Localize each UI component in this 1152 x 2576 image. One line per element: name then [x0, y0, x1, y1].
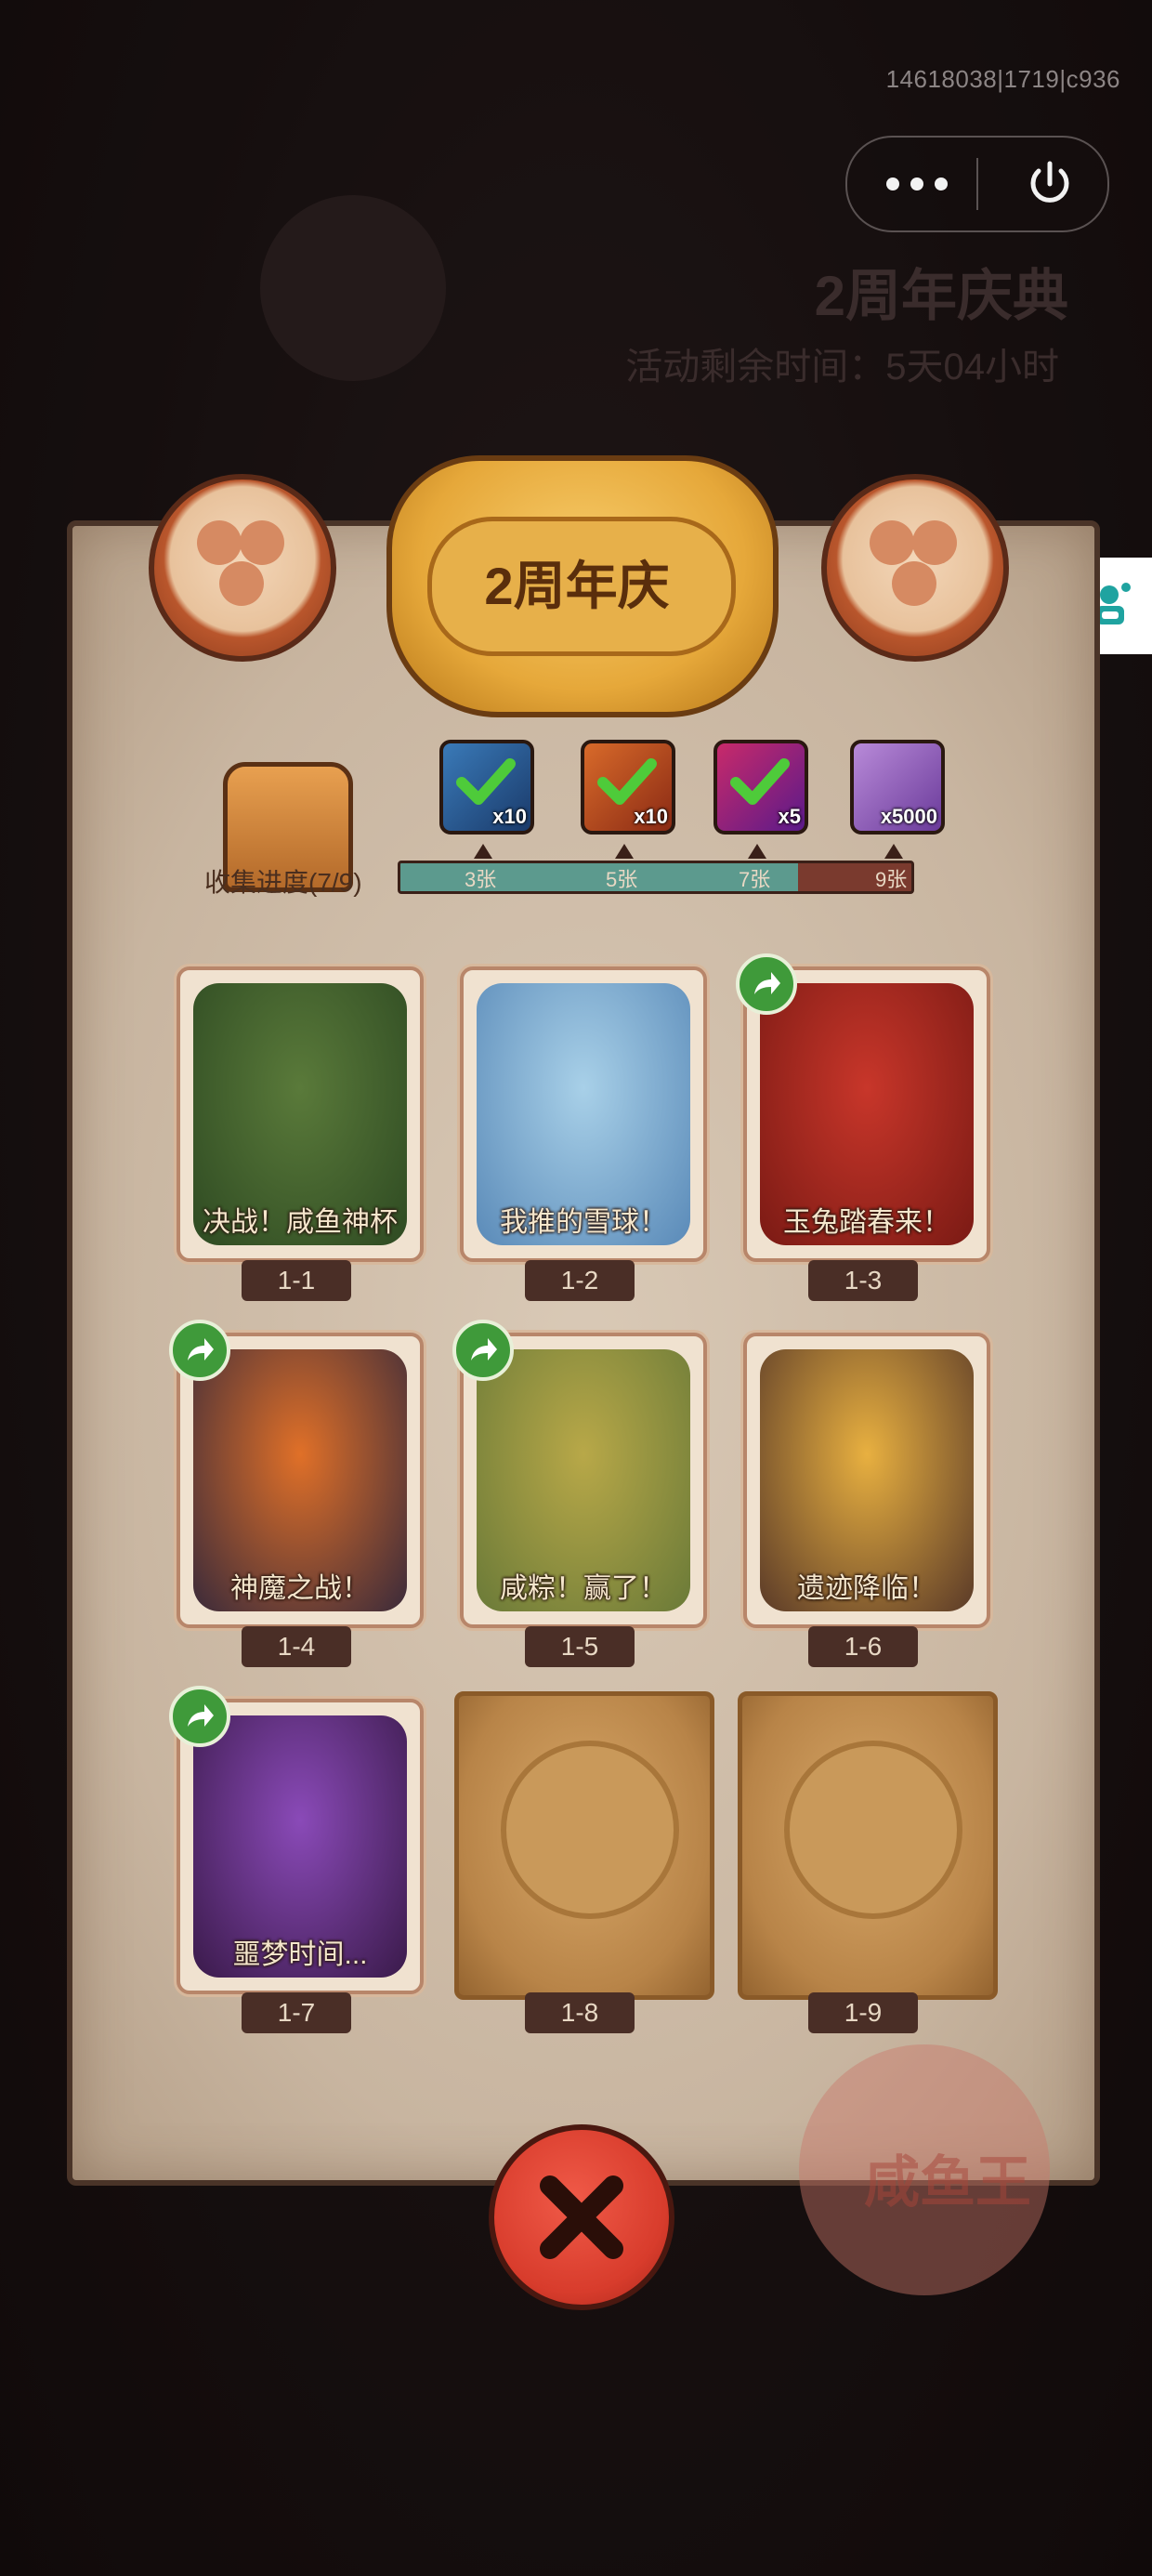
locked-card[interactable] [738, 1691, 998, 2000]
share-arrow-icon [471, 1338, 497, 1360]
card-title: 咸粽！赢了！ [500, 1573, 667, 1604]
card-title: 我推的雪球！ [500, 1207, 667, 1238]
card-number-label: 1-2 [525, 1260, 635, 1301]
treasure-chest-icon[interactable]: x10 [439, 740, 534, 835]
card-number-label: 1-8 [525, 1992, 635, 2033]
progress-label: 收集进度(7/9) [204, 868, 362, 897]
card-title: 决战！咸鱼神杯 [203, 1207, 398, 1238]
background-subtitle: 活动剩余时间：5天04小时 [625, 347, 1059, 388]
check-icon [730, 758, 790, 805]
locked-medallion-icon [784, 1741, 962, 1919]
milestone-label: 5张 [606, 868, 638, 891]
seal-logo: 咸鱼王 [864, 2151, 1031, 2214]
share-badge[interactable] [169, 1320, 230, 1381]
card-title: 噩梦时间... [232, 1939, 368, 1970]
dot-icon [886, 177, 899, 191]
check-icon [456, 758, 516, 805]
capsule-divider [976, 158, 978, 210]
miniprogram-capsule [845, 136, 1109, 232]
more-options-button[interactable] [875, 165, 959, 203]
background-character [260, 195, 446, 381]
check-icon [597, 758, 657, 805]
locked-card[interactable] [454, 1691, 714, 2000]
card-number-label: 1-7 [242, 1992, 351, 2033]
power-icon[interactable] [1022, 156, 1078, 212]
reward-quantity: x5000 [880, 805, 937, 828]
story-card[interactable]: 我推的雪球！ [460, 966, 707, 1262]
version-text: 14618038|1719|c936 [885, 65, 1120, 93]
card-title: 神魔之战！ [230, 1573, 370, 1604]
dot-icon [910, 177, 923, 191]
share-badge[interactable] [736, 953, 797, 1015]
share-arrow-icon [188, 1338, 214, 1360]
milestone-marker [474, 844, 492, 859]
card-number-label: 1-3 [808, 1260, 918, 1301]
milestone-marker [748, 844, 766, 859]
close-icon [540, 2175, 623, 2259]
scroll-ticket-icon[interactable]: x10 [581, 740, 675, 835]
share-arrow-icon [754, 972, 780, 994]
share-badge[interactable] [452, 1320, 514, 1381]
background-title: 2周年庆典 [814, 265, 1068, 327]
card-title: 遗迹降临！ [797, 1573, 936, 1604]
crystal-icon[interactable]: x5000 [850, 740, 945, 835]
card-number-label: 1-4 [242, 1626, 351, 1667]
share-arrow-icon [188, 1704, 214, 1727]
card-number-label: 1-6 [808, 1626, 918, 1667]
milestone-label: 3张 [465, 868, 497, 891]
card-title: 玉兔踏春来！ [783, 1207, 950, 1238]
milestone-marker [884, 844, 903, 859]
milestone-marker [615, 844, 634, 859]
reward-quantity: x5 [778, 805, 801, 828]
card-number-label: 1-9 [808, 1992, 918, 2033]
dot-icon [935, 177, 948, 191]
share-badge[interactable] [169, 1686, 230, 1747]
milestone-label: 7张 [739, 868, 771, 891]
locked-medallion-icon [501, 1741, 679, 1919]
card-number-label: 1-1 [242, 1260, 351, 1301]
reward-quantity: x10 [492, 805, 527, 828]
event-title: 2周年庆 [484, 556, 670, 615]
card-number-label: 1-5 [525, 1626, 635, 1667]
milestone-label: 9张 [875, 868, 908, 891]
close-button[interactable] [489, 2124, 674, 2310]
left-drum-decoration [149, 474, 336, 662]
story-card[interactable]: 决战！咸鱼神杯 [177, 966, 424, 1262]
story-card[interactable]: 遗迹降临！ [743, 1333, 990, 1628]
right-drum-decoration [821, 474, 1009, 662]
reward-quantity: x10 [634, 805, 668, 828]
purple-orb-icon[interactable]: x5 [713, 740, 808, 835]
